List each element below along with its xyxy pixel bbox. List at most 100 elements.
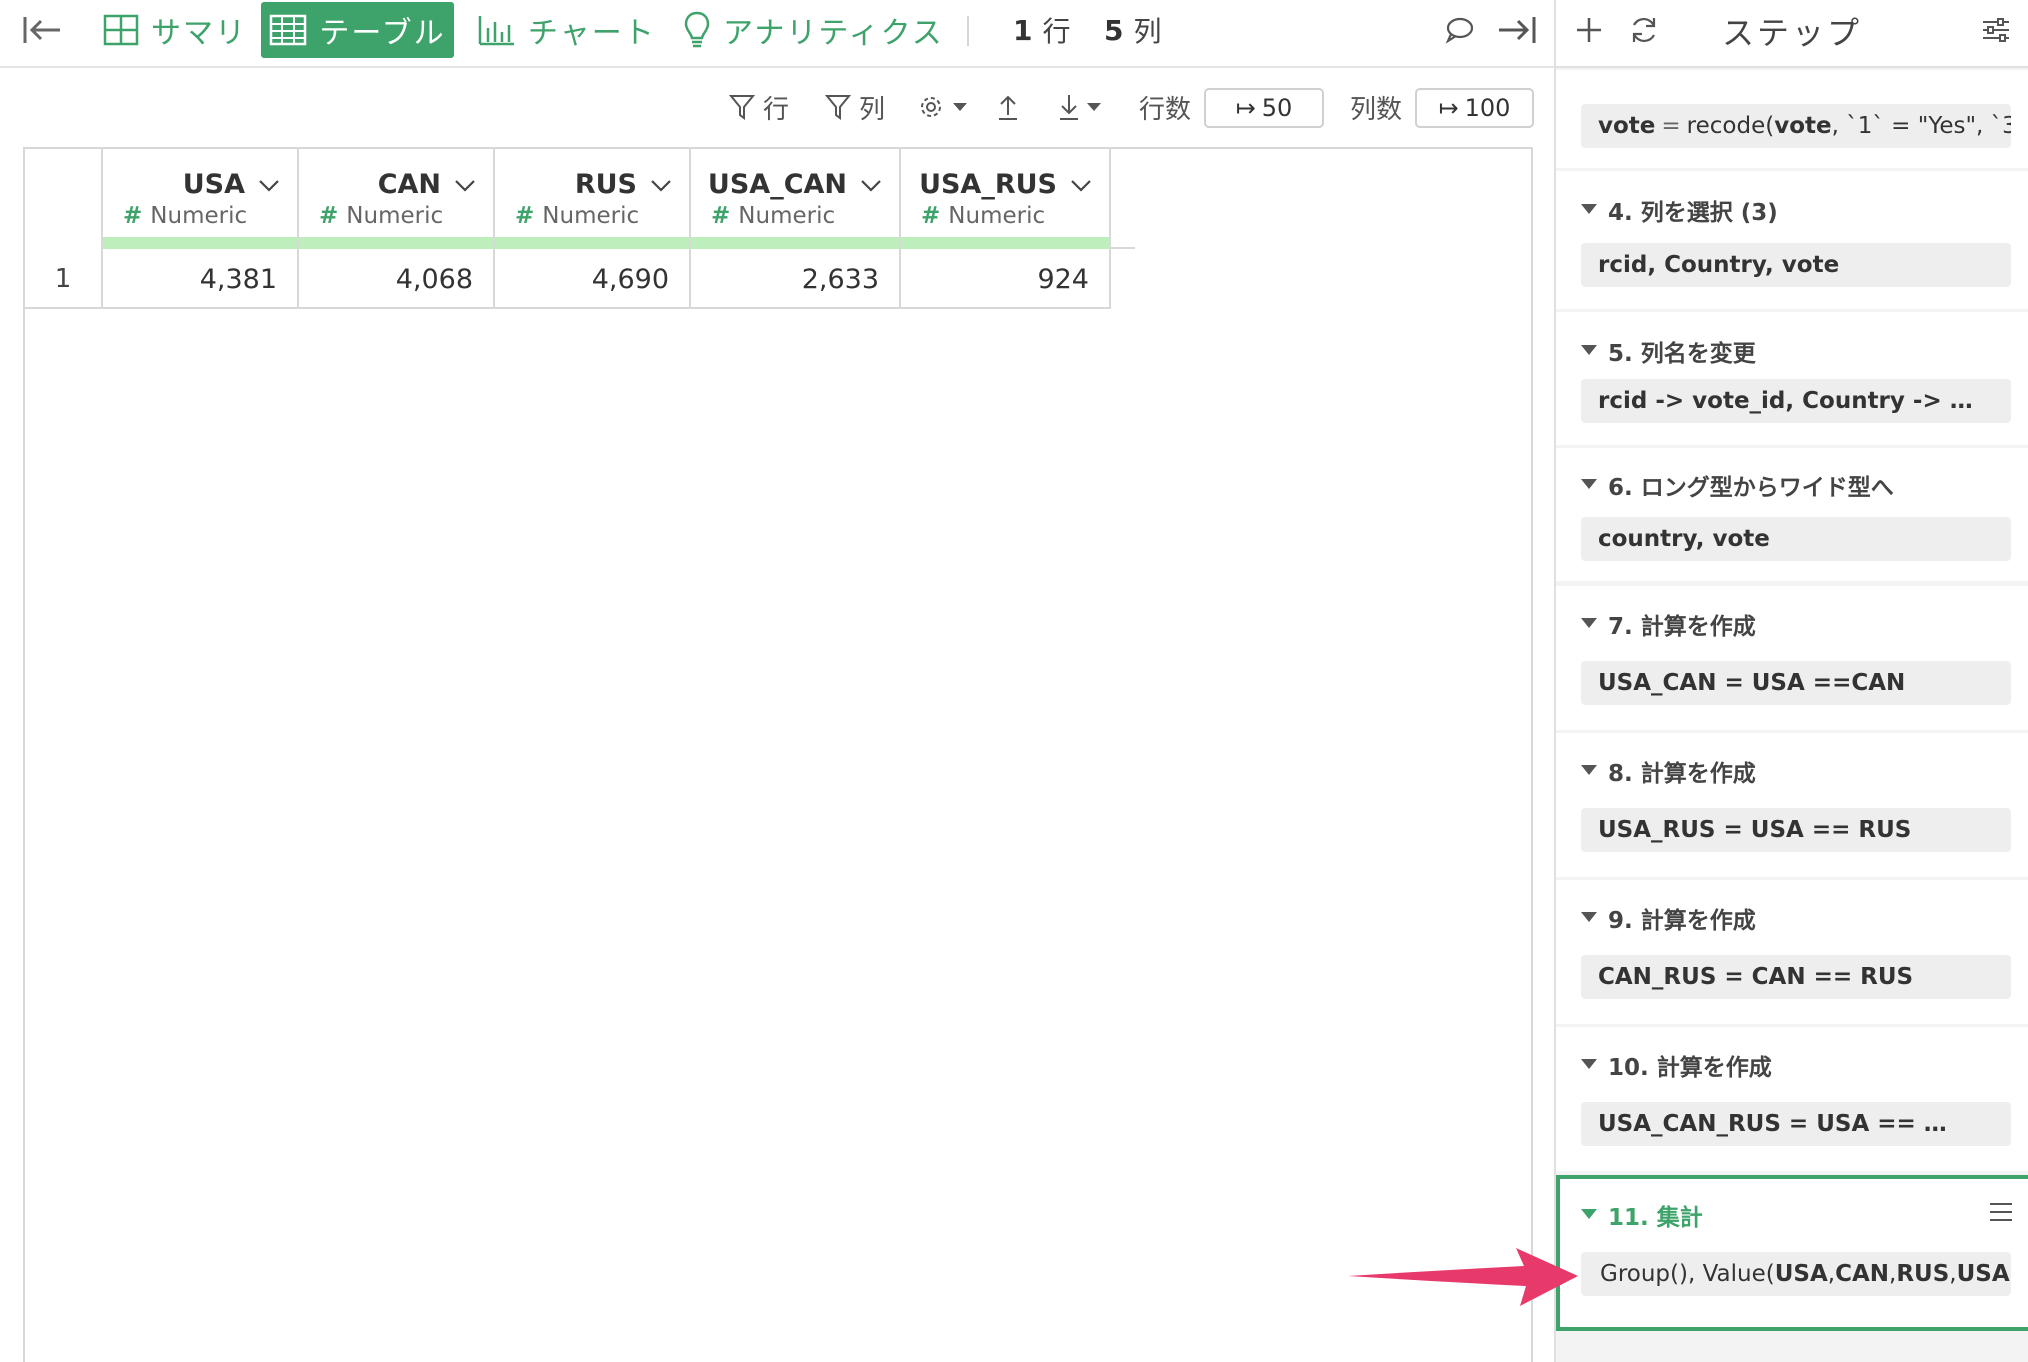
tab-summary[interactable]: サマリ [103,0,247,60]
collapse-triangle-icon[interactable] [1581,345,1597,355]
caret-down-icon [953,103,967,111]
collapse-triangle-icon[interactable] [1581,204,1597,214]
table-cell[interactable]: 4,068 [299,249,495,309]
collapse-triangle-icon[interactable] [1581,765,1597,775]
column-name: USA [182,169,245,200]
step-3-content: vote=recode(vote, `1` = "Yes", `3` … [1581,104,2011,148]
table-cell[interactable]: 2,633 [691,249,901,309]
column-header-usa[interactable]: USA # Numeric [103,149,299,249]
column-header-can[interactable]: CAN # Numeric [299,149,495,249]
table-cell[interactable]: 4,690 [495,249,691,309]
column-quality-bar [691,237,899,249]
collapse-triangle-icon[interactable] [1581,1209,1597,1219]
refresh-button[interactable] [1628,0,1660,60]
table-cell[interactable]: 924 [901,249,1111,309]
refresh-icon [1632,17,1656,43]
sort-descending-dropdown[interactable] [1057,84,1103,130]
column-quality-bar [103,237,297,249]
step-card-6[interactable]: 6. ロング型からワイド型へ country, vote [1556,448,2028,581]
step-card-8[interactable]: 8. 計算を作成 USA_RUS = USA == RUS [1556,733,2028,877]
row-count-value: 1 [1013,13,1033,47]
columns-limit-input[interactable]: ↦ 100 [1415,88,1534,128]
collapse-right-button[interactable] [1497,0,1537,60]
column-type: # Numeric [515,203,640,229]
step-content: Group(), Value(USA,CAN,RUS,USA… [1581,1252,2011,1296]
data-table: USA # Numeric CAN # Numeric RUS # Numeric U… [23,147,1533,1362]
row-count: 1 行 [1013,0,1071,60]
column-name: USA_CAN [707,169,847,200]
filter-icon [825,95,851,120]
chevron-down-icon[interactable] [1069,177,1093,193]
step-title: 8. 計算を作成 [1608,761,1756,787]
step-settings-button[interactable] [1981,0,2011,60]
lightbulb-icon [684,11,710,48]
step-title: 10. 計算を作成 [1608,1055,1772,1081]
step-content: rcid, Country, vote [1581,243,2011,287]
chevron-down-icon[interactable] [257,177,281,193]
filter-columns-button[interactable]: 列 [825,84,885,130]
column-count-unit: 列 [1133,15,1162,48]
step-card-3[interactable]: vote=recode(vote, `1` = "Yes", `3` … [1556,70,2028,168]
rows-limit-input[interactable]: ↦ 50 [1204,88,1324,128]
table-row: 1 4,381 4,068 4,690 2,633 924 [25,249,1111,309]
collapse-triangle-icon[interactable] [1581,1059,1597,1069]
collapse-triangle-icon[interactable] [1581,479,1597,489]
jump-to-icon: ↦ [1235,94,1256,122]
column-count-value: 5 [1104,13,1124,47]
toolbar-divider [967,16,969,46]
column-header-usa-can[interactable]: USA_CAN # Numeric [691,149,901,249]
filter-columns-label: 列 [859,94,886,125]
step-title: 5. 列名を変更 [1608,341,1756,367]
chevron-down-icon[interactable] [453,177,477,193]
column-quality-bar [901,237,1109,249]
sort-ascending-button[interactable] [996,84,1020,130]
tab-table[interactable]: テーブル [261,2,454,58]
add-step-button[interactable] [1574,0,1604,60]
row-number: 1 [25,249,103,309]
column-header-usa-rus[interactable]: USA_RUS # Numeric [901,149,1111,249]
tab-chart[interactable]: チャート [478,0,656,60]
step-content: USA_CAN_RUS = USA == … [1581,1102,2011,1146]
column-quality-bar [299,237,493,249]
step-card-7[interactable]: 7. 計算を作成 USA_CAN = USA ==CAN [1556,586,2028,730]
filter-rows-label: 行 [763,94,790,125]
tab-analytics[interactable]: アナリティクス [683,0,944,60]
step-card-11-active[interactable]: 11. 集計 Group(), Value(USA,CAN,RUS,USA… [1556,1175,2028,1331]
gear-icon [921,97,941,117]
arrow-down-icon [1060,95,1078,120]
filter-rows-button[interactable]: 行 [729,84,789,130]
column-type: # Numeric [921,203,1046,229]
step-content: country, vote [1581,517,2011,561]
step-card-4[interactable]: 4. 列を選択 (3) rcid, Country, vote [1556,171,2028,309]
table-grid-icon [270,14,307,46]
row-count-unit: 行 [1042,15,1071,48]
step-content: CAN_RUS = CAN == RUS [1581,955,2011,999]
tab-table-label: テーブル [319,16,446,51]
chevron-down-icon[interactable] [649,177,673,193]
column-name: RUS [574,169,637,200]
arrow-up-icon [999,95,1017,120]
caret-down-icon [1087,103,1101,111]
numeric-hash-icon: # [921,203,941,229]
collapse-left-button[interactable] [22,0,62,60]
step-card-5[interactable]: 5. 列名を変更 rcid -> vote_id, Country -> … [1556,312,2028,445]
numeric-hash-icon: # [319,203,339,229]
column-quality-bar [495,237,689,249]
table-cell[interactable]: 4,381 [103,249,299,309]
step-card-10[interactable]: 10. 計算を作成 USA_CAN_RUS = USA == … [1556,1027,2028,1171]
jump-to-icon: ↦ [1438,94,1459,122]
collapse-triangle-icon[interactable] [1581,912,1597,922]
collapse-triangle-icon[interactable] [1581,618,1597,628]
chevron-down-icon[interactable] [859,177,883,193]
column-header-rus[interactable]: RUS # Numeric [495,149,691,249]
settings-dropdown[interactable] [917,84,969,130]
comment-button[interactable] [1444,0,1474,60]
menu-icon[interactable] [1988,1201,2014,1223]
step-card-9[interactable]: 9. 計算を作成 CAN_RUS = CAN == RUS [1556,880,2028,1024]
collapse-right-icon [1499,17,1536,43]
steps-toolbar: ステップ [1556,0,2028,68]
speech-bubble-icon [1445,17,1474,44]
column-name: CAN [377,169,441,200]
step-content: USA_CAN = USA ==CAN [1581,661,2011,705]
main-area: サマリ テーブル チャート アナリティクス 1 行 5 列 行 列 行数 ↦ 5… [0,0,1554,1362]
